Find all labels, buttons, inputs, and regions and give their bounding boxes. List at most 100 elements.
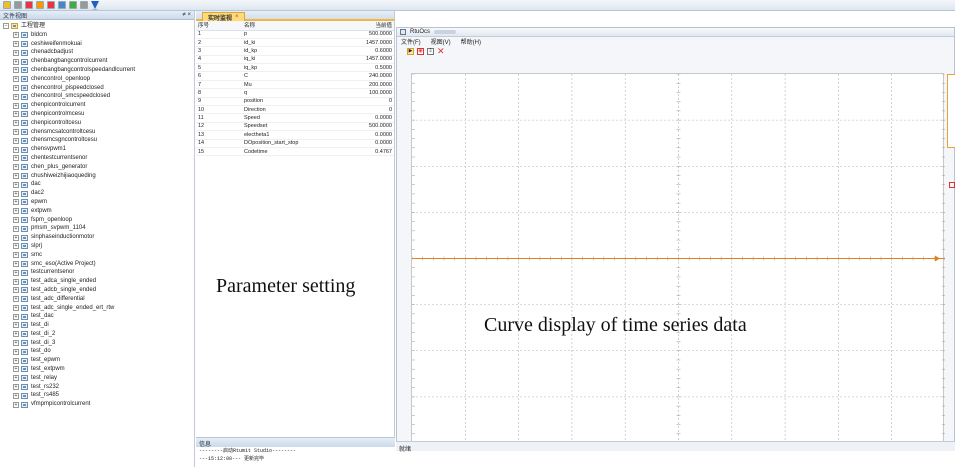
expand-icon[interactable]: + xyxy=(13,93,19,100)
table-row[interactable]: 3 id_kp 0.6000 xyxy=(196,46,394,56)
expand-icon[interactable]: + xyxy=(13,366,19,373)
tree-item[interactable]: + chenbangbangcontrolspeedandlcurrent xyxy=(3,66,194,75)
tree-item[interactable]: + pmsm_svpwm_1104 xyxy=(3,224,194,233)
tree-item[interactable]: + test_do xyxy=(3,347,194,356)
table-row[interactable]: 6 C 240.0000 xyxy=(196,71,394,81)
tree-item[interactable]: + chenpicontroltcesu xyxy=(3,119,194,128)
expand-icon[interactable]: + xyxy=(13,384,19,391)
expand-icon[interactable]: + xyxy=(13,84,19,91)
table-row[interactable]: 8 q 100.0000 xyxy=(196,88,394,98)
tab-realtime-monitor[interactable]: 实时监视 × xyxy=(202,12,245,22)
expand-icon[interactable]: + xyxy=(13,357,19,364)
expand-icon[interactable]: + xyxy=(13,296,19,303)
expand-icon[interactable]: + xyxy=(13,216,19,223)
side-dock-panel[interactable] xyxy=(947,74,955,148)
tree-item[interactable]: + test_adca_single_ended xyxy=(3,277,194,286)
expand-icon[interactable]: + xyxy=(13,155,19,162)
table-row[interactable]: 12 Speedset 500.0000 xyxy=(196,122,394,132)
tree-item[interactable]: + test_extpwm xyxy=(3,365,194,374)
run-icon[interactable] xyxy=(36,1,44,9)
panel-controls[interactable]: ≠ × xyxy=(183,12,191,18)
expand-icon[interactable]: + xyxy=(13,208,19,215)
tree-root[interactable]: − 工程管理 xyxy=(3,22,194,31)
expand-icon[interactable]: + xyxy=(13,190,19,197)
menu-file[interactable]: 文件(F) xyxy=(401,37,421,46)
tab-close-icon[interactable]: × xyxy=(235,14,239,20)
table-row[interactable]: 13 electheta1 0.0000 xyxy=(196,130,394,140)
expand-icon[interactable]: + xyxy=(13,181,19,188)
export-icon[interactable]: ⇩ xyxy=(427,47,434,55)
table-row[interactable]: 9 position 0 xyxy=(196,97,394,107)
expand-icon[interactable]: + xyxy=(13,76,19,83)
tree-item[interactable]: + smc xyxy=(3,251,194,260)
tree-item[interactable]: + chensmcsatcontroltcesu xyxy=(3,128,194,137)
side-dock-marker[interactable] xyxy=(949,182,955,188)
table-row[interactable]: 5 iq_kp 0.5000 xyxy=(196,63,394,73)
expand-icon[interactable]: + xyxy=(13,401,19,408)
tree-item[interactable]: + dac2 xyxy=(3,189,194,198)
tree-item[interactable]: + chenbangbangcontrolcurrent xyxy=(3,57,194,66)
record-circle-icon[interactable]: ◉ xyxy=(417,47,424,55)
tree-item[interactable]: + test_di xyxy=(3,321,194,330)
expand-icon[interactable]: + xyxy=(13,120,19,127)
collapse-icon[interactable]: − xyxy=(3,23,9,30)
expand-icon[interactable]: + xyxy=(13,375,19,382)
expand-icon[interactable]: + xyxy=(13,287,19,294)
tree-item[interactable]: + smc_eso(Active Project) xyxy=(3,260,194,269)
expand-icon[interactable]: + xyxy=(13,304,19,311)
tree-item[interactable]: + test_di_3 xyxy=(3,339,194,348)
tree-item[interactable]: + test_dac xyxy=(3,312,194,321)
expand-icon[interactable]: + xyxy=(13,392,19,399)
expand-icon[interactable]: + xyxy=(13,199,19,206)
table-row[interactable]: 4 iq_ki 1457.0000 xyxy=(196,55,394,65)
expand-icon[interactable]: + xyxy=(13,40,19,47)
table-row[interactable]: 7 Mu 200.0000 xyxy=(196,80,394,90)
tree-item[interactable]: + test_adc_differential xyxy=(3,295,194,304)
tree-item[interactable]: + dac xyxy=(3,180,194,189)
table-row[interactable]: 15 Codetime 0.4767 xyxy=(196,147,394,157)
expand-icon[interactable]: + xyxy=(13,172,19,179)
expand-icon[interactable]: + xyxy=(13,331,19,338)
tree-item[interactable]: + chushiweizhijiaoqueding xyxy=(3,172,194,181)
close-x-icon[interactable]: ✕ xyxy=(437,46,445,55)
tree-item[interactable]: + chencontrol_smcspeedclosed xyxy=(3,92,194,101)
expand-icon[interactable]: + xyxy=(13,58,19,65)
expand-icon[interactable]: + xyxy=(13,146,19,153)
table-row[interactable]: 11 Speed 0.0000 xyxy=(196,113,394,123)
tree-item[interactable]: + testcurrentsenor xyxy=(3,268,194,277)
tree-item[interactable]: + test_adc_single_ended_ert_rtw xyxy=(3,304,194,313)
expand-icon[interactable]: + xyxy=(13,102,19,109)
tree-item[interactable]: + chen_plus_generator xyxy=(3,163,194,172)
save-icon[interactable] xyxy=(14,1,22,9)
expand-icon[interactable]: + xyxy=(13,49,19,56)
expand-icon[interactable]: + xyxy=(13,313,19,320)
table-row[interactable]: 14 DOposition_start_stop 0.0000 xyxy=(196,139,394,148)
tree-item[interactable]: + ceshiweifenmokuai xyxy=(3,40,194,49)
tree-item[interactable]: + chentestcurrentsenor xyxy=(3,154,194,163)
tree-item[interactable]: + test_epwm xyxy=(3,356,194,365)
expand-icon[interactable]: + xyxy=(13,164,19,171)
tree-item[interactable]: + chenpicontrolcurrent xyxy=(3,101,194,110)
expand-icon[interactable]: + xyxy=(13,269,19,276)
tree-item[interactable]: + sinphaseinductionmotor xyxy=(3,233,194,242)
tree-item[interactable]: + test_rs485 xyxy=(3,391,194,400)
tree-item[interactable]: + fspm_openloop xyxy=(3,216,194,225)
expand-icon[interactable]: + xyxy=(13,340,19,347)
record-icon[interactable] xyxy=(25,1,33,9)
tree-item[interactable]: + extpwm xyxy=(3,207,194,216)
play-icon[interactable]: ▶ xyxy=(407,47,414,55)
expand-icon[interactable]: + xyxy=(13,111,19,118)
expand-icon[interactable]: + xyxy=(13,322,19,329)
filter-icon[interactable] xyxy=(91,0,99,10)
tree-item[interactable]: + vfmpmpicontrolcurrent xyxy=(3,400,194,409)
tree-item[interactable]: + test_adcb_single_ended xyxy=(3,286,194,295)
open-icon[interactable] xyxy=(3,1,11,9)
settings-icon[interactable] xyxy=(80,1,88,9)
expand-icon[interactable]: + xyxy=(13,137,19,144)
table-row[interactable]: 10 Direction 0 xyxy=(196,105,394,115)
tree-item[interactable]: + chenpicontrolmcesu xyxy=(3,110,194,119)
menu-help[interactable]: 帮助(H) xyxy=(461,37,481,46)
expand-icon[interactable]: + xyxy=(13,225,19,232)
stop-icon[interactable] xyxy=(47,1,55,9)
tree-item[interactable]: + chencontrol_openloop xyxy=(3,75,194,84)
